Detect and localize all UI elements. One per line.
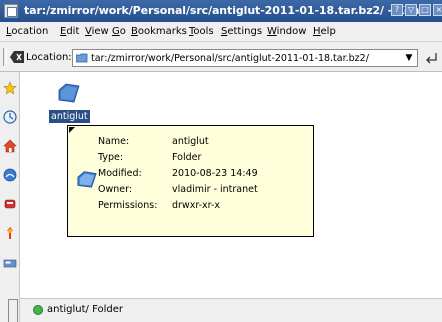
- tooltip-corner: [69, 127, 75, 133]
- location-value: tar:/zmirror/work/Personal/src/antiglut-…: [91, 53, 369, 64]
- menu-view[interactable]: View: [85, 26, 109, 37]
- tooltip-value: 2010-08-23 14:49: [172, 168, 258, 179]
- history-clock-icon[interactable]: [3, 110, 17, 124]
- menu-settings[interactable]: Settings: [221, 26, 262, 37]
- toolbar-grip[interactable]: [3, 48, 7, 66]
- tooltip-key: Type:: [98, 152, 124, 163]
- devices-icon[interactable]: [3, 256, 17, 270]
- location-input[interactable]: tar:/zmirror/work/Personal/src/antiglut-…: [72, 49, 418, 67]
- folder-icon[interactable]: [57, 81, 81, 105]
- menu-help[interactable]: Help: [313, 26, 336, 37]
- network-icon[interactable]: [3, 168, 17, 182]
- tooltip-key: Modified:: [98, 168, 142, 179]
- close-icon[interactable]: ×: [433, 4, 442, 16]
- menu-edit[interactable]: Edit: [60, 26, 79, 37]
- root-folder-icon[interactable]: [3, 226, 17, 240]
- menu-tools[interactable]: Tools: [189, 26, 214, 37]
- tooltip-key: Permissions:: [98, 200, 158, 211]
- folder-small-icon: [76, 53, 88, 63]
- status-text: antiglut/ Folder: [47, 304, 124, 315]
- tooltip-value: drwxr-xr-x: [172, 200, 221, 211]
- location-toolbar: Location: tar:/zmirror/work/Personal/src…: [0, 42, 442, 72]
- tooltip-value: vladimir - intranet: [172, 184, 258, 195]
- konqueror-app-icon[interactable]: [4, 4, 18, 18]
- tooltip-key: Name:: [98, 136, 130, 147]
- maximize-icon[interactable]: □: [419, 4, 431, 16]
- menu-location[interactable]: Location: [6, 26, 48, 37]
- navigation-sidebar: [0, 72, 20, 322]
- menu-window[interactable]: Window: [267, 26, 306, 37]
- file-view[interactable]: antiglut Name: antiglut Type: Folder Mod…: [20, 72, 442, 298]
- status-ok-icon: [33, 305, 43, 315]
- tooltip-value: Folder: [172, 152, 202, 163]
- tooltip-value: antiglut: [172, 136, 209, 147]
- item-label-antiglut[interactable]: antiglut: [49, 110, 90, 123]
- folder-preview-icon: [77, 171, 97, 188]
- services-icon[interactable]: [3, 197, 17, 211]
- chevron-down-icon[interactable]: ▼: [403, 52, 415, 64]
- status-bar: antiglut/ Folder: [8, 298, 442, 322]
- help-window-icon[interactable]: ?: [391, 4, 403, 16]
- sidebar-toggle-box[interactable]: [8, 299, 18, 322]
- home-icon[interactable]: [3, 139, 17, 153]
- clear-location-icon[interactable]: [10, 51, 24, 63]
- go-arrow-icon[interactable]: [424, 51, 440, 65]
- bookmarks-star-icon[interactable]: [3, 81, 17, 95]
- title-bar[interactable]: tar:/zmirror/work/Personal/src/antiglut-…: [0, 0, 442, 22]
- window-title: tar:/zmirror/work/Personal/src/antiglut-…: [24, 4, 428, 17]
- file-info-tooltip: Name: antiglut Type: Folder Modified: 20…: [67, 125, 314, 237]
- menu-bar: Location Edit View Go Bookmarks Tools Se…: [0, 22, 442, 42]
- menu-bookmarks[interactable]: Bookmarks: [131, 26, 187, 37]
- location-label: Location:: [26, 52, 72, 63]
- menu-go[interactable]: Go: [112, 26, 126, 37]
- tooltip-key: Owner:: [98, 184, 133, 195]
- minimize-icon[interactable]: ▽: [405, 4, 417, 16]
